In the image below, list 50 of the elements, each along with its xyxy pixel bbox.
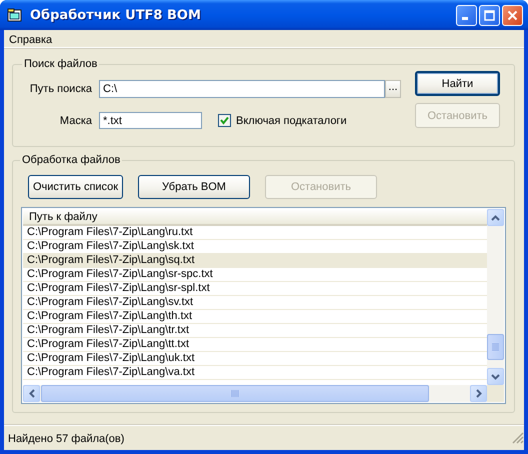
- file-row[interactable]: C:\Program Files\7-Zip\Lang\th.txt: [23, 310, 487, 324]
- close-button[interactable]: [502, 4, 523, 26]
- file-row[interactable]: C:\Program Files\7-Zip\Lang\sr-spl.txt: [23, 282, 487, 296]
- scroll-down-button[interactable]: [487, 368, 504, 385]
- file-row[interactable]: C:\Program Files\7-Zip\Lang\tt.txt: [23, 338, 487, 352]
- group-title: Обработка файлов: [21, 154, 122, 166]
- file-row[interactable]: C:\Program Files\7-Zip\Lang\tr.txt: [23, 324, 487, 338]
- mask-field[interactable]: *.txt: [99, 112, 202, 129]
- scroll-up-button[interactable]: [487, 209, 504, 226]
- menu-item[interactable]: Справка: [4, 30, 58, 47]
- file-row[interactable]: C:\Program Files\7-Zip\Lang\sv.txt: [23, 296, 487, 310]
- window-title: Обработчик UTF8 BOM: [30, 8, 202, 22]
- checkbox-label: Включая подкаталоги: [236, 114, 347, 126]
- scrollbar-corner: [487, 385, 504, 402]
- file-row[interactable]: C:\Program Files\7-Zip\Lang\ru.txt: [23, 226, 487, 240]
- file-row[interactable]: C:\Program Files\7-Zip\Lang\sr-spc.txt: [23, 268, 487, 282]
- column-header[interactable]: Путь к файлу: [23, 209, 487, 226]
- status-text: Найдено 57 файла(ов): [8, 432, 124, 444]
- scroll-left-button[interactable]: [23, 385, 40, 402]
- scroll-thumb[interactable]: [487, 334, 504, 360]
- maximize-icon: [483, 8, 496, 22]
- vertical-scrollbar[interactable]: [487, 209, 504, 385]
- chevron-right-icon: [476, 389, 482, 398]
- file-row[interactable]: C:\Program Files\7-Zip\Lang\va.txt: [23, 366, 487, 380]
- folder-icon: [7, 8, 23, 22]
- group-title: Поиск файлов: [23, 58, 98, 70]
- scroll-thumb[interactable]: [41, 385, 429, 402]
- mask-label: Маска: [58, 114, 92, 126]
- scroll-right-button[interactable]: [470, 385, 487, 402]
- path-label: Путь поиска: [28, 83, 92, 95]
- maximize-button[interactable]: [479, 4, 500, 26]
- minimize-icon: [462, 17, 468, 20]
- find-button[interactable]: Найти: [415, 71, 500, 96]
- resize-grip-icon[interactable]: [512, 432, 524, 444]
- subfolders-checkbox[interactable]: [218, 114, 231, 127]
- horizontal-scrollbar[interactable]: [23, 385, 487, 402]
- file-list[interactable]: [21, 207, 506, 404]
- path-field[interactable]: C:\: [99, 80, 385, 98]
- minimize-button[interactable]: [456, 4, 477, 26]
- browse-button[interactable]: ...: [385, 80, 401, 98]
- chevron-up-icon: [491, 214, 500, 220]
- file-row[interactable]: C:\Program Files\7-Zip\Lang\sq.txt: [23, 254, 487, 268]
- chevron-down-icon: [491, 374, 500, 380]
- grip-icon: [231, 390, 239, 397]
- remove-bom-button[interactable]: Убрать BOM: [138, 175, 250, 199]
- file-row[interactable]: C:\Program Files\7-Zip\Lang\uk.txt: [23, 352, 487, 366]
- chevron-left-icon: [28, 389, 34, 398]
- grip-icon: [492, 343, 499, 351]
- close-icon: [506, 8, 519, 22]
- clear-list-button[interactable]: Очистить список: [28, 175, 123, 199]
